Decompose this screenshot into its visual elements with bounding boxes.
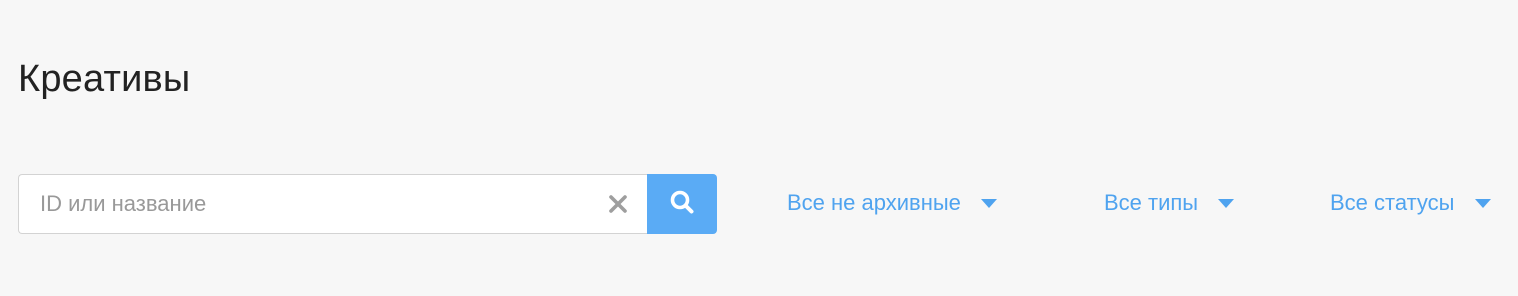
status-filter-label: Все статусы	[1330, 190, 1455, 215]
caret-down-icon	[1474, 198, 1491, 208]
page-title: Креативы	[18, 58, 191, 100]
status-filter-dropdown[interactable]: Все статусы	[1330, 186, 1491, 220]
caret-down-icon	[980, 198, 997, 208]
search-box	[18, 174, 647, 234]
archive-filter-dropdown[interactable]: Все не архивные	[787, 186, 997, 220]
search-group	[18, 174, 717, 234]
archive-filter-label: Все не архивные	[787, 190, 961, 215]
type-filter-dropdown[interactable]: Все типы	[1104, 186, 1235, 220]
search-button[interactable]	[647, 174, 717, 234]
search-icon	[669, 189, 695, 220]
caret-down-icon	[1218, 198, 1235, 208]
search-input[interactable]	[19, 174, 602, 234]
close-icon[interactable]	[607, 193, 629, 215]
type-filter-label: Все типы	[1104, 190, 1199, 215]
